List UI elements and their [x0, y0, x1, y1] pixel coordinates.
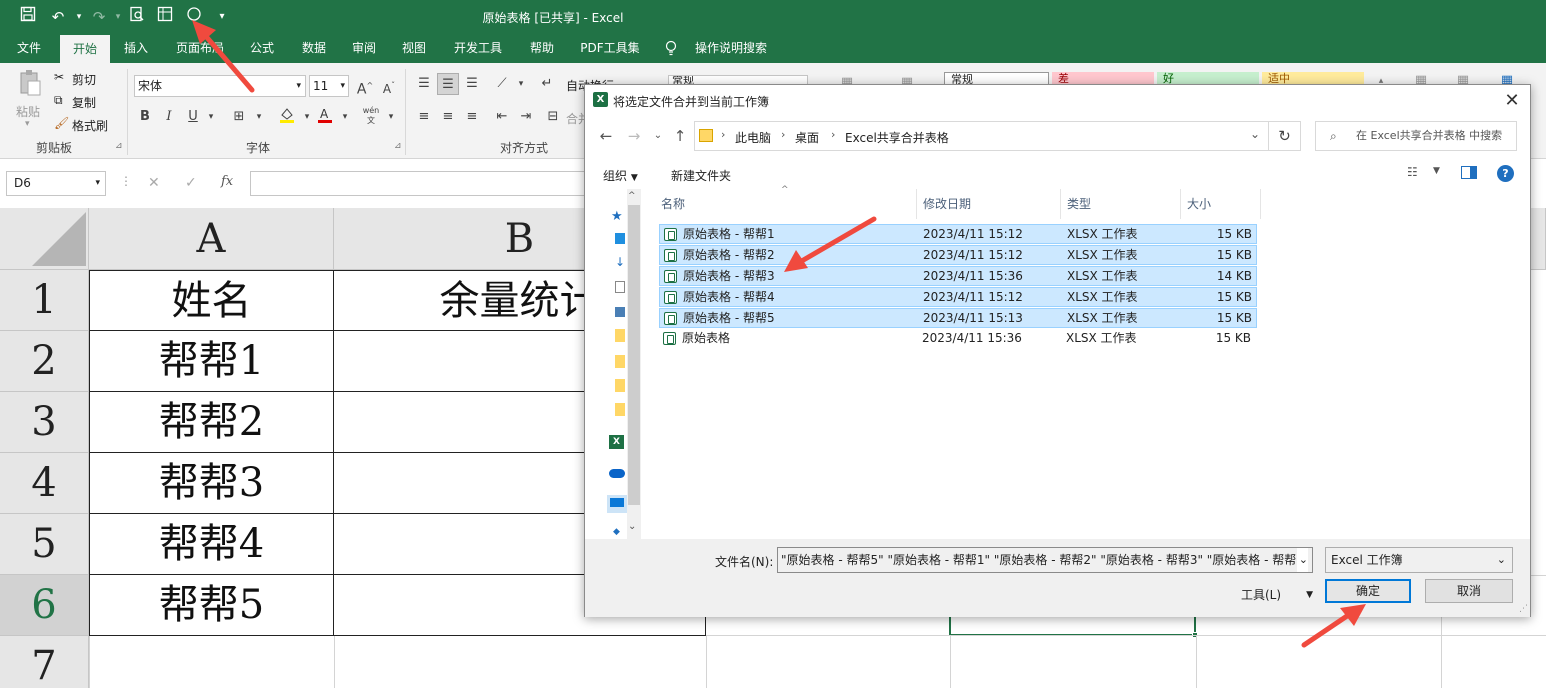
arrow-to-quick-access — [192, 20, 255, 93]
annotation-arrows — [192, 20, 1366, 648]
arrow-to-ok-button — [1301, 604, 1366, 648]
arrow-to-selected-files — [784, 216, 877, 272]
